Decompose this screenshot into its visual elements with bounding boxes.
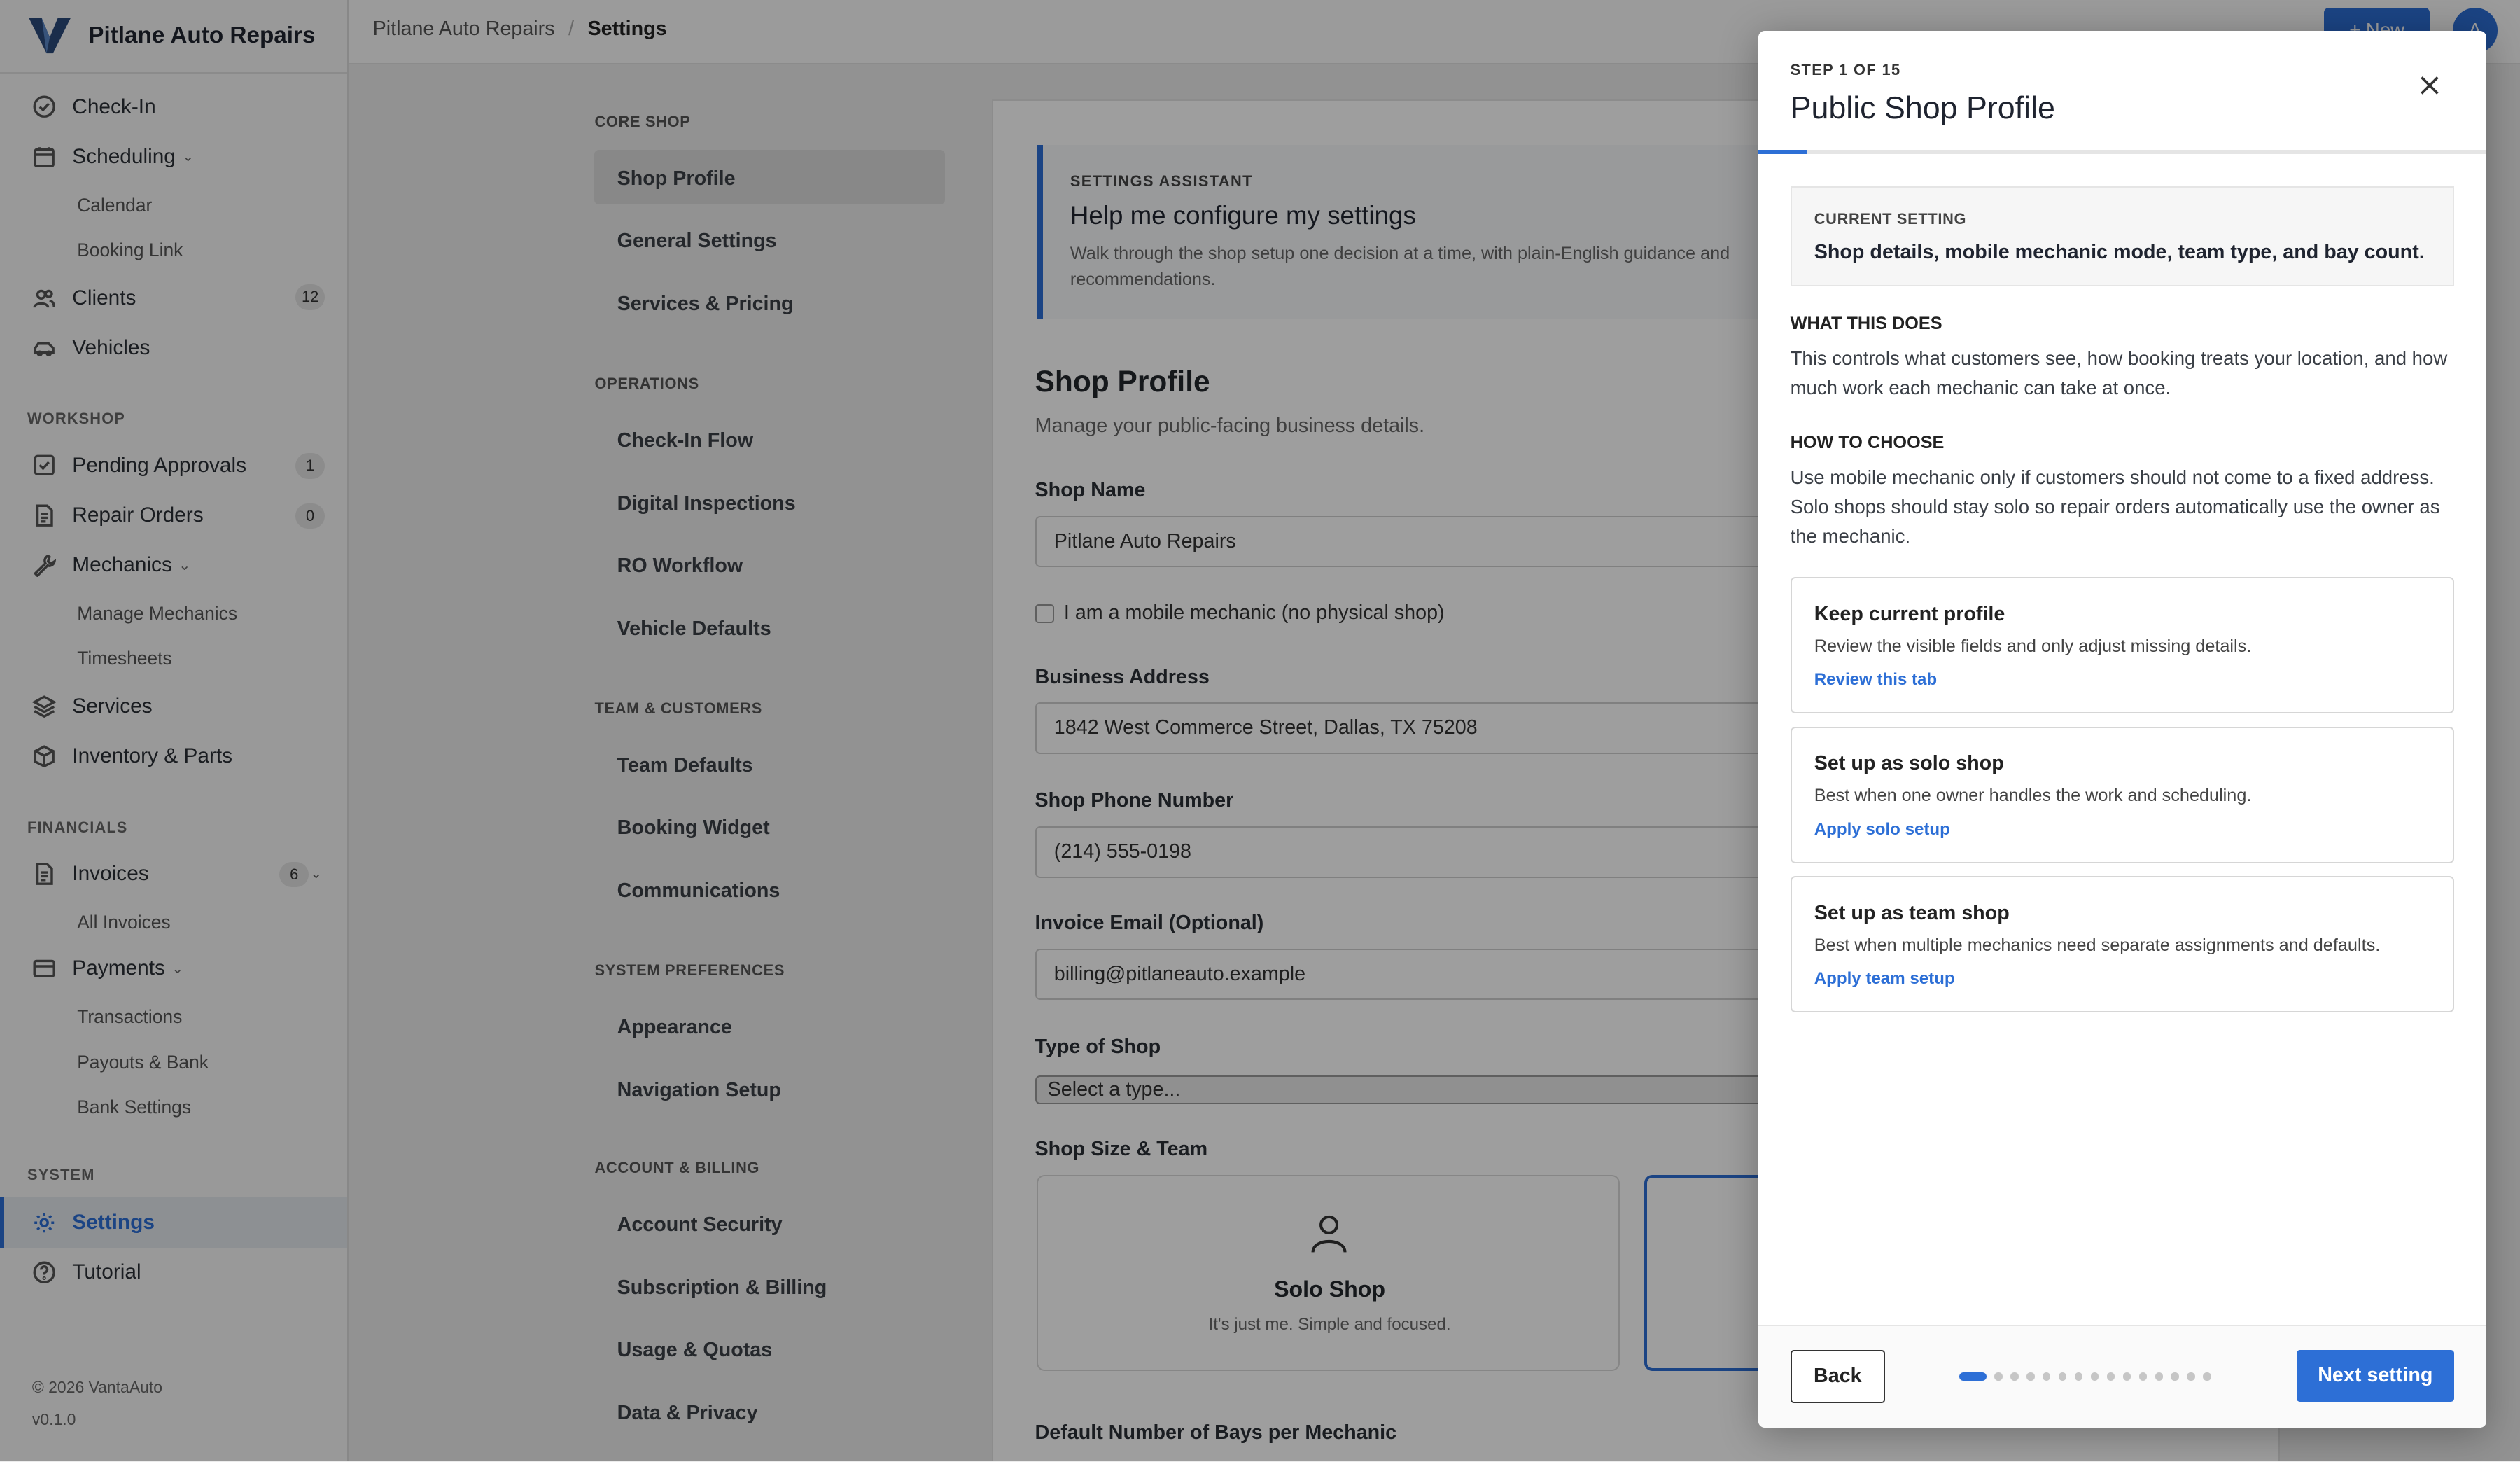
step-dot[interactable] <box>2171 1372 2179 1381</box>
step-dot[interactable] <box>2122 1372 2132 1381</box>
option-keep-profile[interactable]: Keep current profile Review the visible … <box>1790 577 2454 714</box>
step-dots <box>1959 1372 2211 1381</box>
review-tab-link[interactable]: Review this tab <box>1814 670 1937 690</box>
step-dot[interactable] <box>2058 1372 2067 1381</box>
step-dot[interactable] <box>2042 1372 2051 1381</box>
wizard-footer: Back Next setting <box>1758 1324 2486 1428</box>
step-dot[interactable] <box>2106 1372 2115 1381</box>
how-body: Use mobile mechanic only if customers sh… <box>1790 466 2440 548</box>
step-dot[interactable] <box>2155 1372 2164 1381</box>
close-icon[interactable] <box>2414 69 2446 102</box>
apply-team-link[interactable]: Apply team setup <box>1814 969 1955 989</box>
step-dot[interactable] <box>1959 1372 1987 1381</box>
step-indicator: STEP 1 OF 15 <box>1790 61 1901 79</box>
current-setting-box: CURRENT SETTING Shop details, mobile mec… <box>1790 186 2454 286</box>
step-dot[interactable] <box>1994 1372 2003 1381</box>
step-dot[interactable] <box>2187 1372 2195 1381</box>
apply-solo-link[interactable]: Apply solo setup <box>1814 820 1950 840</box>
settings-wizard-panel: STEP 1 OF 15 Public Shop Profile CURRENT… <box>1758 30 2486 1428</box>
step-dot[interactable] <box>2010 1372 2019 1381</box>
what-heading: WHAT THIS DOES <box>1790 313 1942 333</box>
progress-fill <box>1758 149 1807 155</box>
what-body: This controls what customers see, how bo… <box>1790 347 2448 399</box>
step-dot[interactable] <box>2090 1372 2099 1381</box>
step-dot[interactable] <box>2074 1372 2083 1381</box>
progress-bar <box>1758 149 2486 155</box>
how-heading: HOW TO CHOOSE <box>1790 432 1945 452</box>
wizard-title: Public Shop Profile <box>1790 90 2055 125</box>
back-button[interactable]: Back <box>1790 1350 1886 1403</box>
option-team-shop[interactable]: Set up as team shop Best when multiple m… <box>1790 876 2454 1013</box>
option-solo-shop[interactable]: Set up as solo shop Best when one owner … <box>1790 726 2454 863</box>
next-setting-button[interactable]: Next setting <box>2296 1350 2454 1402</box>
step-dot[interactable] <box>2138 1372 2148 1381</box>
step-dot[interactable] <box>2203 1372 2211 1381</box>
step-dot[interactable] <box>2026 1372 2035 1381</box>
